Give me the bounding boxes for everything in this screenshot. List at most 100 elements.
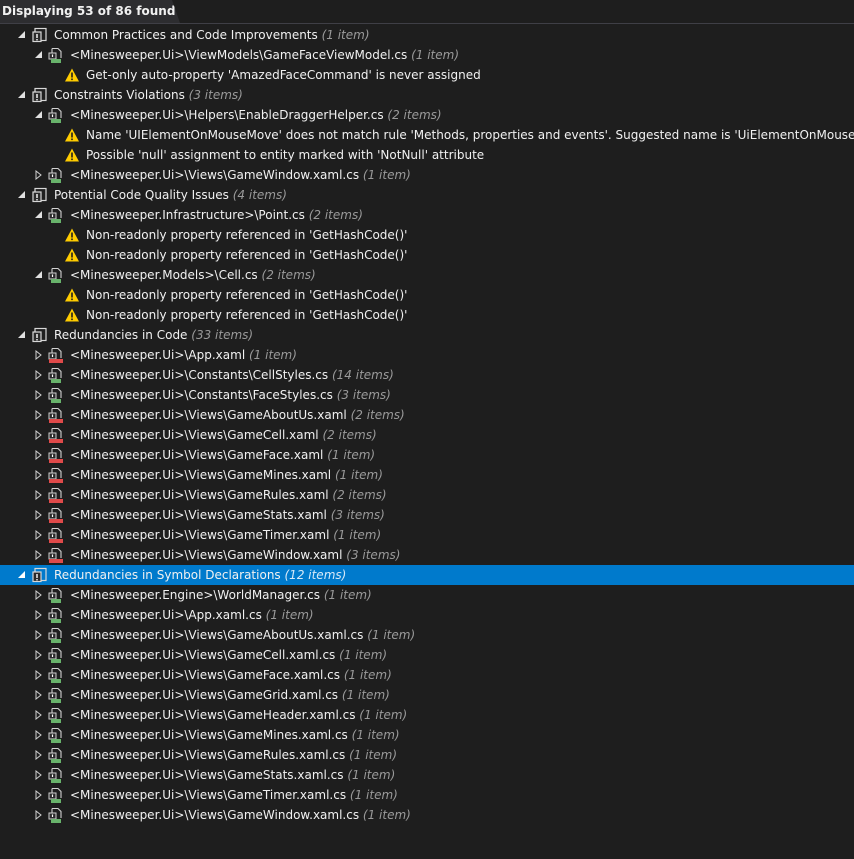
file-row[interactable]: <Minesweeper.Ui>\Constants\CellStyles.cs…	[0, 365, 854, 385]
file-row[interactable]: <Minesweeper.Infrastructure>\Point.cs (2…	[0, 205, 854, 225]
collapsed-triangle-icon[interactable]	[34, 410, 44, 420]
collapsed-triangle-icon[interactable]	[34, 770, 44, 780]
collapsed-triangle-icon[interactable]	[34, 550, 44, 560]
item-count: (12 items)	[284, 568, 347, 582]
file-row[interactable]: <Minesweeper.Ui>\Views\GameRules.xaml (2…	[0, 485, 854, 505]
file-row[interactable]: <Minesweeper.Ui>\App.xaml (1 item)	[0, 345, 854, 365]
item-count: (4 items)	[232, 188, 287, 202]
expanded-triangle-icon[interactable]	[17, 30, 27, 40]
issue-row[interactable]: Get-only auto-property 'AmazedFaceComman…	[0, 65, 854, 85]
file-row[interactable]: <Minesweeper.Ui>\Views\GameWindow.xaml (…	[0, 545, 854, 565]
collapsed-triangle-icon[interactable]	[34, 510, 44, 520]
issue-label: Possible 'null' assignment to entity mar…	[86, 145, 484, 165]
category-icon	[32, 187, 48, 203]
file-row[interactable]: <Minesweeper.Ui>\Views\GameWindow.xaml.c…	[0, 805, 854, 825]
collapsed-triangle-icon[interactable]	[34, 390, 44, 400]
row-text: <Minesweeper.Ui>\App.xaml.cs	[70, 608, 262, 622]
file-row[interactable]: <Minesweeper.Ui>\Helpers\EnableDraggerHe…	[0, 105, 854, 125]
category-row[interactable]: Common Practices and Code Improvements (…	[0, 25, 854, 45]
row-text: <Minesweeper.Ui>\Views\GameTimer.xaml	[70, 528, 330, 542]
csharp-file-icon	[48, 767, 64, 783]
collapsed-triangle-icon[interactable]	[34, 710, 44, 720]
issue-row[interactable]: Non-readonly property referenced in 'Get…	[0, 245, 854, 265]
file-row[interactable]: <Minesweeper.Ui>\Views\GameStats.xaml.cs…	[0, 765, 854, 785]
file-row[interactable]: <Minesweeper.Ui>\Views\GameFace.xaml (1 …	[0, 445, 854, 465]
xaml-file-icon	[48, 407, 64, 423]
expanded-triangle-icon[interactable]	[17, 190, 27, 200]
expanded-triangle-icon[interactable]	[34, 50, 44, 60]
file-label: <Minesweeper.Ui>\Views\GameRules.xaml (2…	[70, 485, 387, 505]
collapsed-triangle-icon[interactable]	[34, 790, 44, 800]
row-text: Get-only auto-property 'AmazedFaceComman…	[86, 68, 481, 82]
file-row[interactable]: <Minesweeper.Ui>\Views\GameTimer.xaml.cs…	[0, 785, 854, 805]
expanded-triangle-icon[interactable]	[34, 270, 44, 280]
file-row[interactable]: <Minesweeper.Models>\Cell.cs (2 items)	[0, 265, 854, 285]
xaml-file-icon	[48, 507, 64, 523]
issue-row[interactable]: Non-readonly property referenced in 'Get…	[0, 305, 854, 325]
file-row[interactable]: <Minesweeper.Ui>\Views\GameRules.xaml.cs…	[0, 745, 854, 765]
file-row[interactable]: <Minesweeper.Ui>\Views\GameWindow.xaml.c…	[0, 165, 854, 185]
category-icon	[32, 87, 48, 103]
file-row[interactable]: <Minesweeper.Ui>\ViewModels\GameFaceView…	[0, 45, 854, 65]
file-row[interactable]: <Minesweeper.Ui>\App.xaml.cs (1 item)	[0, 605, 854, 625]
file-row[interactable]: <Minesweeper.Ui>\Views\GameTimer.xaml (1…	[0, 525, 854, 545]
collapsed-triangle-icon[interactable]	[34, 370, 44, 380]
issue-label: Non-readonly property referenced in 'Get…	[86, 225, 407, 245]
collapsed-triangle-icon[interactable]	[34, 350, 44, 360]
results-count-tab: Displaying 53 of 86 found issues	[0, 0, 180, 23]
expanded-triangle-icon[interactable]	[17, 570, 27, 580]
issues-tree[interactable]: Common Practices and Code Improvements (…	[0, 25, 854, 825]
category-label: Potential Code Quality Issues (4 items)	[54, 185, 287, 205]
collapsed-triangle-icon[interactable]	[34, 490, 44, 500]
issue-row[interactable]: Non-readonly property referenced in 'Get…	[0, 225, 854, 245]
row-text: <Minesweeper.Ui>\Views\GameStats.xaml.cs	[70, 768, 344, 782]
collapsed-triangle-icon[interactable]	[34, 810, 44, 820]
collapsed-triangle-icon[interactable]	[34, 450, 44, 460]
file-row[interactable]: <Minesweeper.Ui>\Views\GameStats.xaml (3…	[0, 505, 854, 525]
collapsed-triangle-icon[interactable]	[34, 610, 44, 620]
file-label: <Minesweeper.Ui>\Views\GameMines.xaml (1…	[70, 465, 383, 485]
category-label: Redundancies in Code (33 items)	[54, 325, 253, 345]
category-icon	[32, 327, 48, 343]
file-row[interactable]: <Minesweeper.Ui>\Constants\FaceStyles.cs…	[0, 385, 854, 405]
file-row[interactable]: <Minesweeper.Engine>\WorldManager.cs (1 …	[0, 585, 854, 605]
file-row[interactable]: <Minesweeper.Ui>\Views\GameCell.xaml.cs …	[0, 645, 854, 665]
collapsed-triangle-icon[interactable]	[34, 650, 44, 660]
row-text: Possible 'null' assignment to entity mar…	[86, 148, 485, 162]
category-row[interactable]: Redundancies in Code (33 items)	[0, 325, 854, 345]
file-row[interactable]: <Minesweeper.Ui>\Views\GameMines.xaml (1…	[0, 465, 854, 485]
collapsed-triangle-icon[interactable]	[34, 690, 44, 700]
category-row[interactable]: Constraints Violations (3 items)	[0, 85, 854, 105]
csharp-file-icon	[48, 367, 64, 383]
file-row[interactable]: <Minesweeper.Ui>\Views\GameHeader.xaml.c…	[0, 705, 854, 725]
file-row[interactable]: <Minesweeper.Ui>\Views\GameCell.xaml (2 …	[0, 425, 854, 445]
issue-row[interactable]: Possible 'null' assignment to entity mar…	[0, 145, 854, 165]
row-text: <Minesweeper.Ui>\Constants\FaceStyles.cs	[70, 388, 333, 402]
file-label: <Minesweeper.Ui>\Views\GameFace.xaml.cs …	[70, 665, 392, 685]
collapsed-triangle-icon[interactable]	[34, 670, 44, 680]
collapsed-triangle-icon[interactable]	[34, 730, 44, 740]
file-row[interactable]: <Minesweeper.Ui>\Views\GameAboutUs.xaml …	[0, 405, 854, 425]
file-row[interactable]: <Minesweeper.Ui>\Views\GameFace.xaml.cs …	[0, 665, 854, 685]
issue-row[interactable]: Non-readonly property referenced in 'Get…	[0, 285, 854, 305]
collapsed-triangle-icon[interactable]	[34, 430, 44, 440]
expanded-triangle-icon[interactable]	[34, 110, 44, 120]
file-label: <Minesweeper.Ui>\Helpers\EnableDraggerHe…	[70, 105, 442, 125]
file-row[interactable]: <Minesweeper.Ui>\Views\GameMines.xaml.cs…	[0, 725, 854, 745]
expanded-triangle-icon[interactable]	[17, 330, 27, 340]
expanded-triangle-icon[interactable]	[34, 210, 44, 220]
collapsed-triangle-icon[interactable]	[34, 590, 44, 600]
collapsed-triangle-icon[interactable]	[34, 630, 44, 640]
collapsed-triangle-icon[interactable]	[34, 170, 44, 180]
category-row[interactable]: Redundancies in Symbol Declarations (12 …	[0, 565, 854, 585]
collapsed-triangle-icon[interactable]	[34, 530, 44, 540]
category-row[interactable]: Potential Code Quality Issues (4 items)	[0, 185, 854, 205]
collapsed-triangle-icon[interactable]	[34, 750, 44, 760]
file-row[interactable]: <Minesweeper.Ui>\Views\GameAboutUs.xaml.…	[0, 625, 854, 645]
issue-label: Non-readonly property referenced in 'Get…	[86, 285, 407, 305]
file-row[interactable]: <Minesweeper.Ui>\Views\GameGrid.xaml.cs …	[0, 685, 854, 705]
item-count: (1 item)	[321, 28, 370, 42]
expanded-triangle-icon[interactable]	[17, 90, 27, 100]
collapsed-triangle-icon[interactable]	[34, 470, 44, 480]
issue-row[interactable]: Name 'UIElementOnMouseMove' does not mat…	[0, 125, 854, 145]
